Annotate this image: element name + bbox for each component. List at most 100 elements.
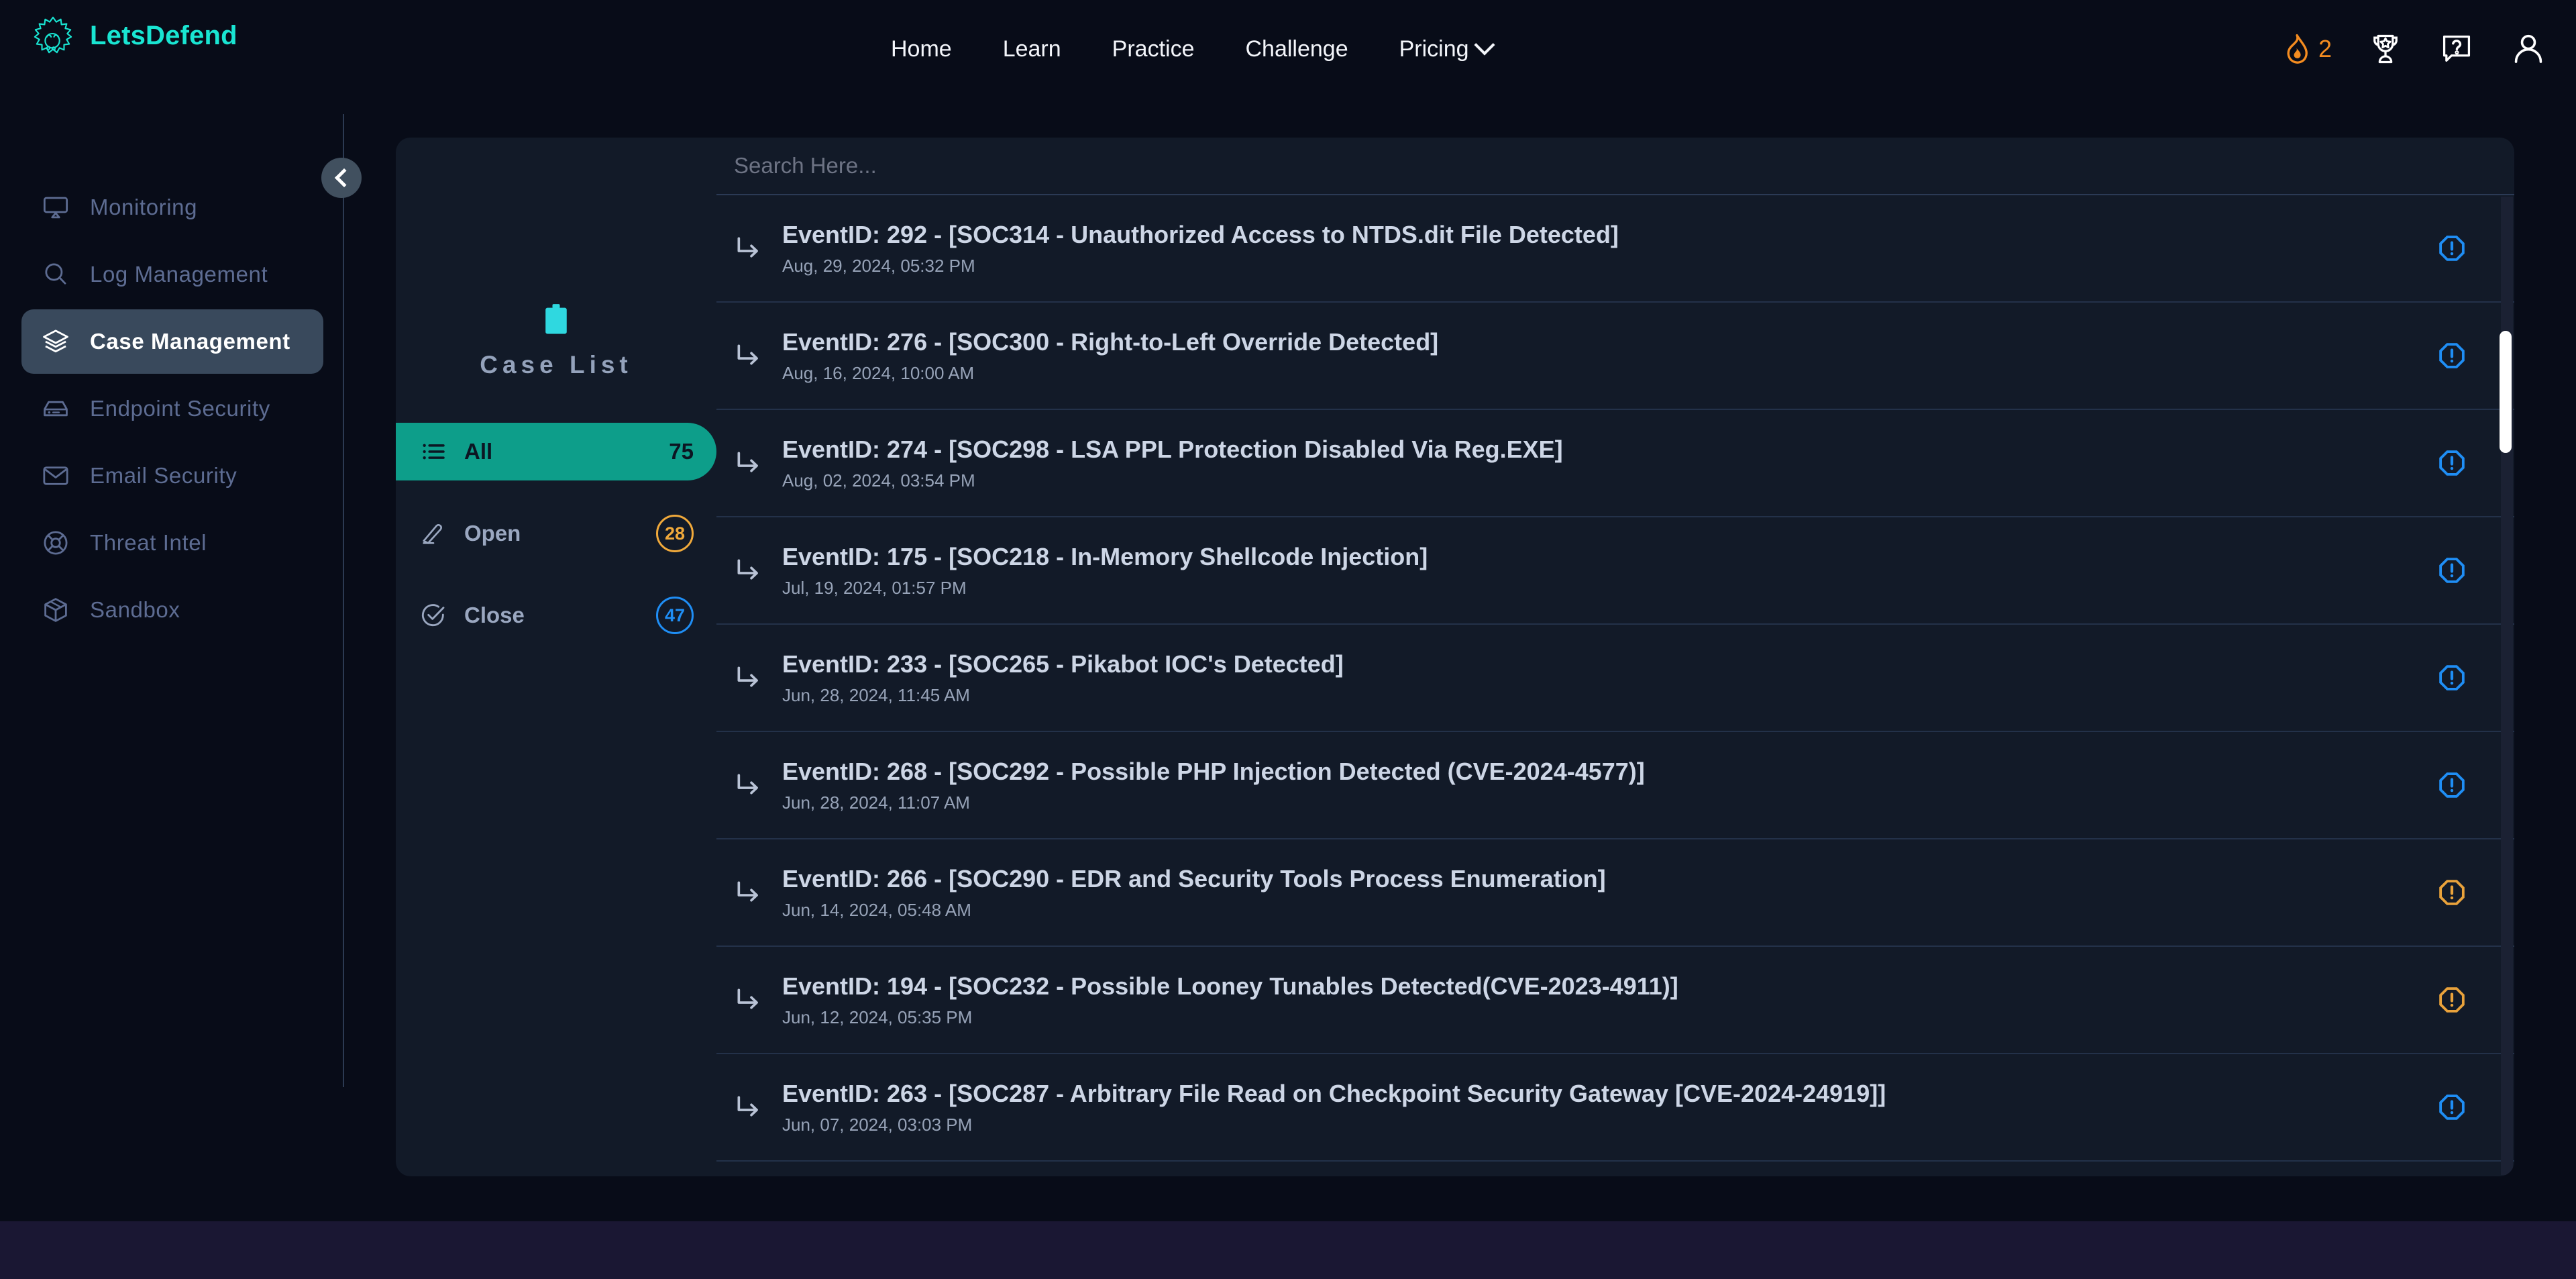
cube-box-icon [44, 598, 67, 622]
octagon-alert-icon [2439, 450, 2465, 476]
subcase-arrow-icon [737, 774, 758, 795]
case-row[interactable]: EventID: 268 - [SOC292 - Possible PHP In… [716, 732, 2514, 839]
case-row-title: EventID: 268 - [SOC292 - Possible PHP In… [782, 757, 1645, 785]
question-speech-bubble-icon[interactable] [2439, 32, 2474, 66]
brand-name: LetsDefend [90, 20, 237, 50]
case-row[interactable]: EventID: 194 - [SOC232 - Possible Looney… [716, 947, 2514, 1054]
sidebar-item-email-security[interactable]: Email Security [21, 444, 323, 508]
case-filter-close-label: Close [464, 603, 525, 627]
nav-link-home-label: Home [891, 36, 952, 62]
sidebar-item-threat-intel[interactable]: Threat Intel [21, 511, 323, 575]
sidebar-nav-list: Monitoring Log Management Case Managemen… [21, 175, 323, 645]
layers-stack-icon [43, 329, 68, 353]
case-filter-all-label: All [464, 439, 493, 464]
user-avatar-icon[interactable] [2510, 31, 2546, 67]
search-bar [716, 138, 2514, 195]
sidebar-item-endpoint-security[interactable]: Endpoint Security [21, 376, 323, 441]
letsdefend-starburst-logo-icon [34, 16, 72, 54]
case-row-date: Jun, 14, 2024, 05:48 AM [782, 899, 971, 920]
case-filter-list: All 75 Open 28 Close 47 [396, 423, 716, 668]
sidebar-item-sandbox[interactable]: Sandbox [21, 578, 323, 642]
case-row-text: EventID: 276 - [SOC300 - Right-to-Left O… [782, 328, 2420, 384]
sidebar-divider [343, 114, 344, 1087]
nav-link-learn[interactable]: Learn [977, 36, 1087, 62]
case-row-text: EventID: 194 - [SOC232 - Possible Looney… [782, 972, 2420, 1028]
octagon-alert-icon [2439, 1094, 2465, 1120]
page-footer-band [0, 1221, 2576, 1279]
streak-count: 2 [2318, 35, 2332, 62]
case-row-text: EventID: 263 - [SOC287 - Arbitrary File … [782, 1080, 2420, 1135]
sidebar-item-monitoring-label: Monitoring [90, 195, 198, 219]
case-row[interactable]: EventID: 266 - [SOC290 - EDR and Securit… [716, 839, 2514, 947]
case-row-text: EventID: 292 - [SOC314 - Unauthorized Ac… [782, 221, 2420, 276]
subcase-arrow-icon [737, 666, 758, 687]
results-scrollbar-track[interactable] [2500, 197, 2513, 1175]
case-filter-all-count: 75 [669, 439, 694, 464]
sidebar-item-sandbox-label: Sandbox [90, 597, 180, 622]
sidebar-item-monitoring[interactable]: Monitoring [21, 175, 323, 240]
sidebar-item-case-management[interactable]: Case Management [21, 309, 323, 374]
octagon-alert-icon [2439, 772, 2465, 798]
case-filter-open[interactable]: Open 28 [396, 505, 716, 562]
nav-link-challenge[interactable]: Challenge [1220, 36, 1374, 62]
nav-link-practice-label: Practice [1112, 36, 1195, 62]
octagon-alert-icon [2439, 880, 2465, 905]
magnifier-search-icon [45, 263, 66, 285]
nav-link-pricing[interactable]: Pricing [1374, 34, 1517, 62]
case-row-title: EventID: 292 - [SOC314 - Unauthorized Ac… [782, 220, 1619, 248]
nav-right-actions: 2 [2279, 0, 2546, 98]
nav-link-home[interactable]: Home [865, 36, 977, 62]
case-row-text: EventID: 268 - [SOC292 - Possible PHP In… [782, 758, 2420, 813]
sidebar-item-case-management-label: Case Management [90, 329, 290, 354]
case-row[interactable]: EventID: 175 - [SOC218 - In-Memory Shell… [716, 517, 2514, 625]
list-bullets-icon [423, 444, 445, 460]
case-row-text: EventID: 175 - [SOC218 - In-Memory Shell… [782, 543, 2420, 599]
nav-link-learn-label: Learn [1002, 36, 1061, 62]
streak-button[interactable]: 2 [2279, 32, 2332, 66]
sidebar-item-log-management[interactable]: Log Management [21, 242, 323, 307]
subcase-arrow-icon [737, 452, 758, 472]
flame-icon [2287, 34, 2308, 64]
nav-link-challenge-label: Challenge [1245, 36, 1348, 62]
sidebar-item-log-management-label: Log Management [90, 262, 268, 287]
sidebar-item-endpoint-security-label: Endpoint Security [90, 396, 270, 421]
case-row[interactable]: EventID: 276 - [SOC300 - Right-to-Left O… [716, 303, 2514, 410]
lifebuoy-target-icon [44, 531, 68, 555]
case-row-date: Jun, 07, 2024, 03:03 PM [782, 1114, 973, 1135]
case-results-panel: EventID: 292 - [SOC314 - Unauthorized Ac… [716, 138, 2514, 1176]
subcase-arrow-icon [737, 1096, 758, 1117]
case-list-title: Case List [480, 351, 633, 378]
case-row-text: EventID: 274 - [SOC298 - LSA PPL Protect… [782, 436, 2420, 491]
trophy-star-icon[interactable] [2368, 32, 2403, 66]
case-row-title: EventID: 194 - [SOC232 - Possible Looney… [782, 972, 1678, 1000]
octagon-alert-icon [2439, 987, 2465, 1013]
case-row-title: EventID: 276 - [SOC300 - Right-to-Left O… [782, 327, 1439, 356]
case-row[interactable]: EventID: 292 - [SOC314 - Unauthorized Ac… [716, 195, 2514, 303]
case-row-title: EventID: 233 - [SOC265 - Pikabot IOC's D… [782, 650, 1344, 678]
nav-link-practice[interactable]: Practice [1087, 36, 1220, 62]
nav-link-pricing-label: Pricing [1399, 36, 1469, 62]
case-row[interactable]: EventID: 233 - [SOC265 - Pikabot IOC's D… [716, 625, 2514, 732]
case-row[interactable]: EventID: 274 - [SOC298 - LSA PPL Protect… [716, 410, 2514, 517]
subcase-arrow-icon [737, 881, 758, 902]
search-input[interactable] [716, 153, 2514, 178]
clipboard-icon-wrap [396, 303, 716, 338]
case-row-title: EventID: 274 - [SOC298 - LSA PPL Protect… [782, 435, 1563, 463]
subcase-arrow-icon [737, 988, 758, 1009]
app-root: LetsDefend Home Learn Practice Challenge… [0, 0, 2576, 1279]
case-row-date: Jun, 12, 2024, 05:35 PM [782, 1007, 973, 1027]
results-scrollbar-thumb[interactable] [2500, 331, 2512, 453]
case-row-text: EventID: 233 - [SOC265 - Pikabot IOC's D… [782, 650, 2420, 706]
case-row-title: EventID: 263 - [SOC287 - Arbitrary File … [782, 1079, 1886, 1107]
case-filter-all[interactable]: All 75 [396, 423, 716, 480]
case-row[interactable]: EventID: 263 - [SOC287 - Arbitrary File … [716, 1054, 2514, 1162]
case-row-date: Jun, 28, 2024, 11:45 AM [782, 684, 970, 705]
sidebar-collapse-button[interactable] [321, 158, 362, 198]
primary-nav-links: Home Learn Practice Challenge Pricing [865, 0, 1517, 98]
brand-logo-link[interactable]: LetsDefend [32, 15, 237, 56]
sidebar-item-threat-intel-label: Threat Intel [90, 530, 207, 555]
case-filter-close[interactable]: Close 47 [396, 586, 716, 644]
case-rows: EventID: 292 - [SOC314 - Unauthorized Ac… [716, 195, 2514, 1162]
subcase-arrow-icon [737, 559, 758, 580]
case-filter-close-count: 47 [656, 597, 694, 634]
